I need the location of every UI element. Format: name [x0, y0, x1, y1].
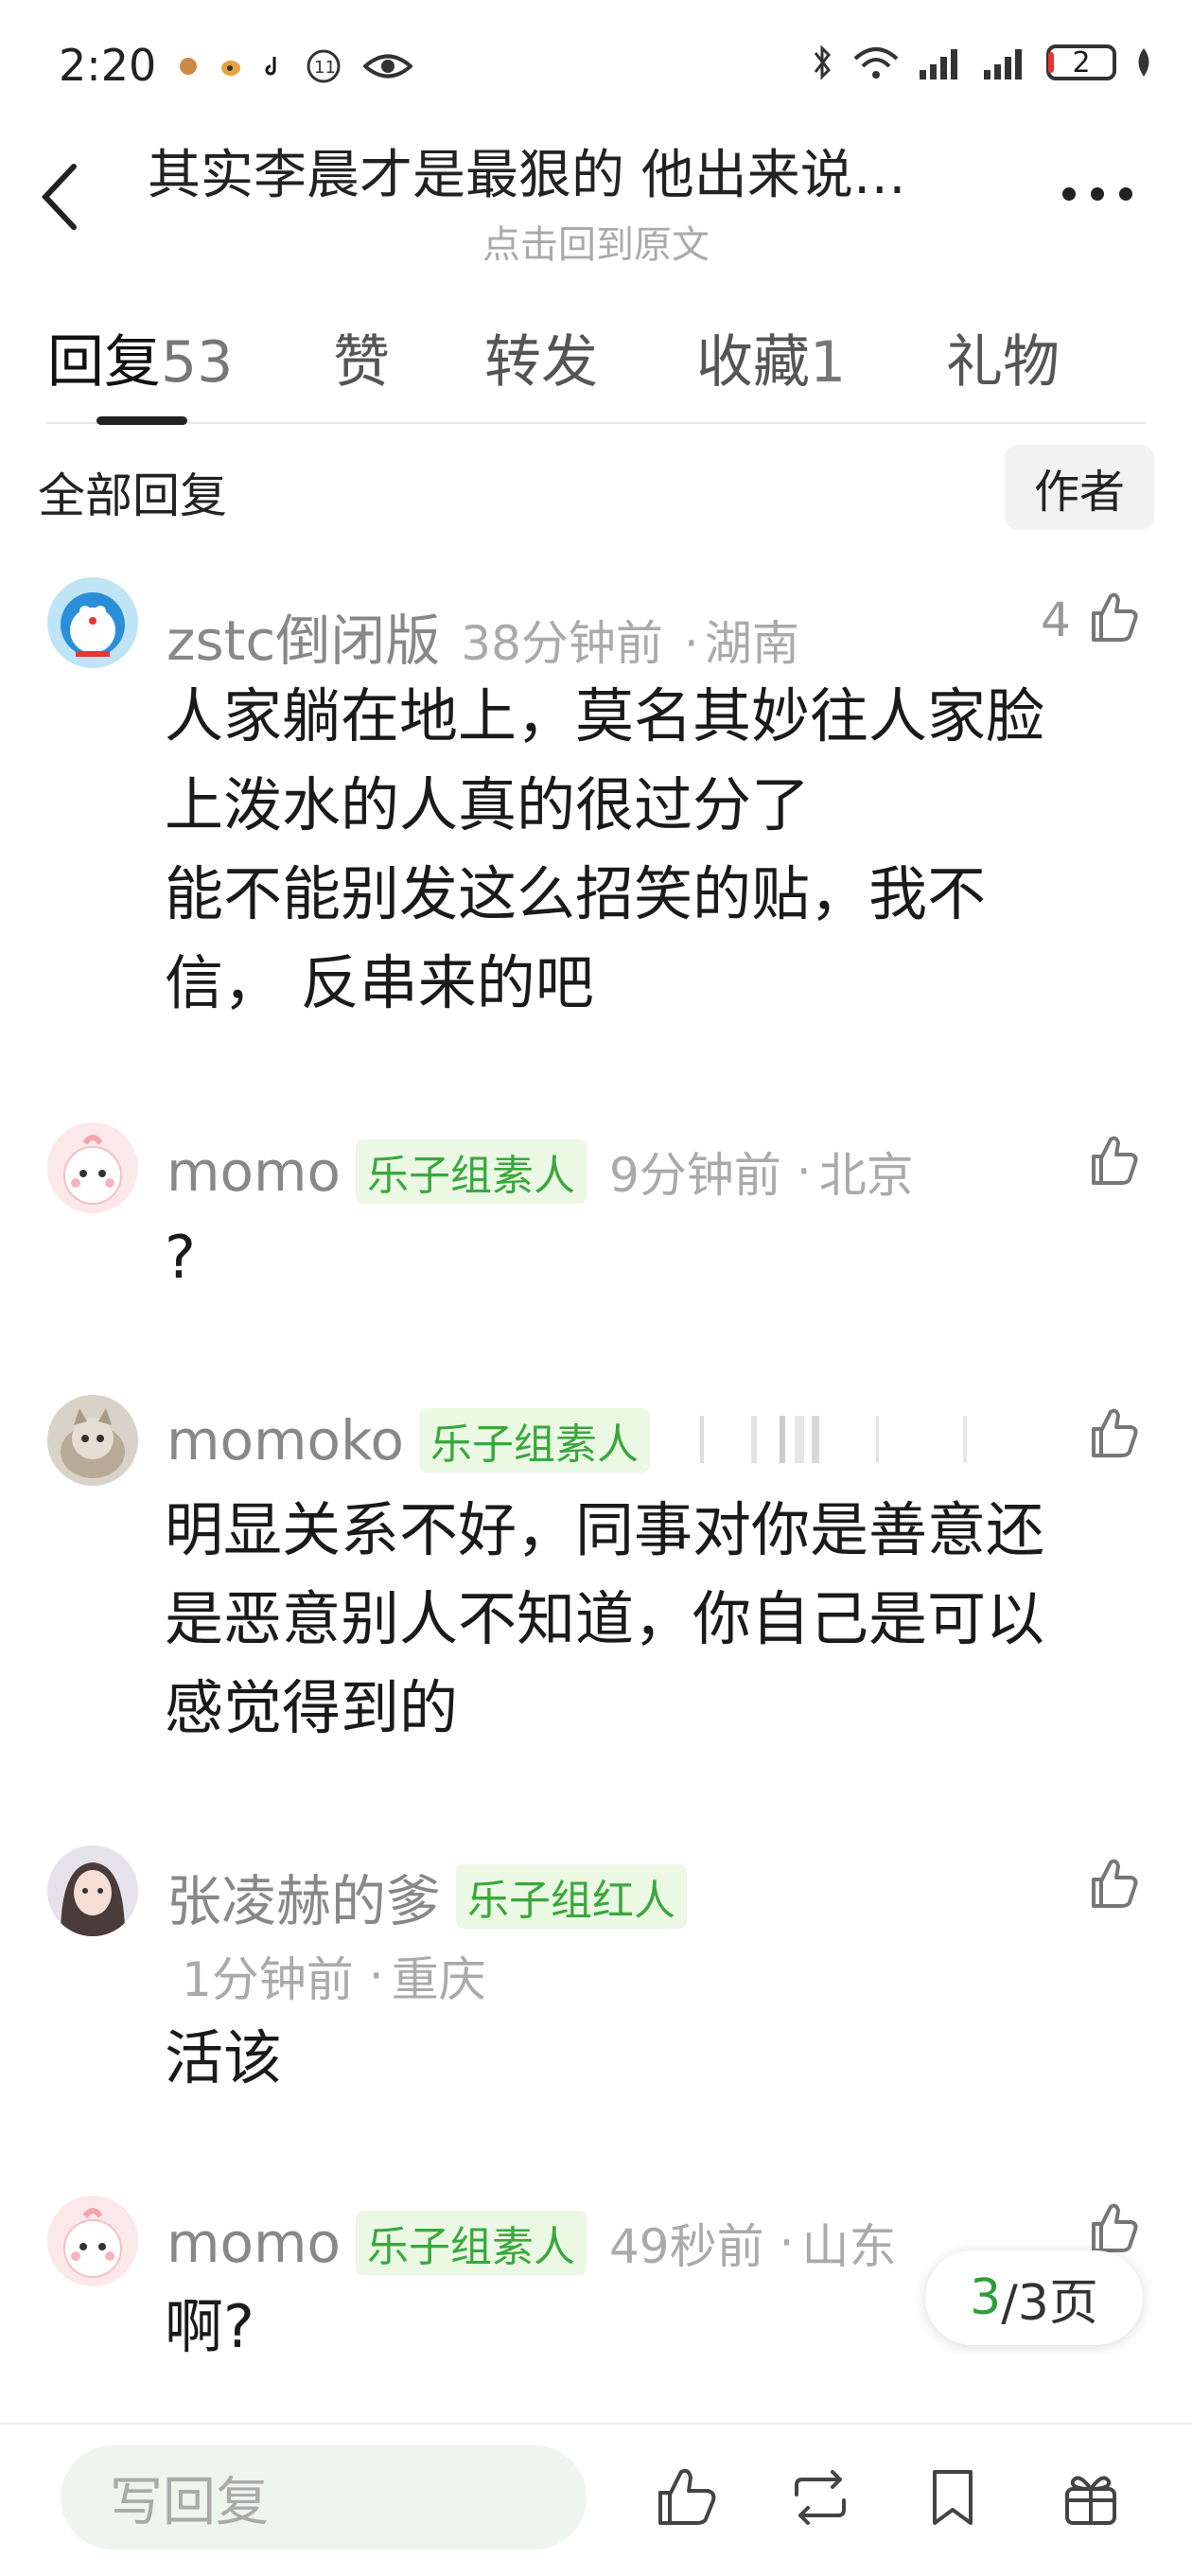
user-badge: 乐子组素人	[355, 2211, 587, 2275]
gift-icon[interactable]	[1058, 2464, 1124, 2531]
comment-time: 1分钟前	[182, 1952, 354, 2007]
like-icon[interactable]	[653, 2464, 719, 2531]
eye-icon	[363, 54, 412, 79]
more-options-icon[interactable]	[1058, 170, 1137, 218]
battery-indicator: 2	[1046, 44, 1116, 80]
comment-text: 明显关系不好，同事对你是善意还 是恶意别人不知道，你自己是可以 感觉得到的	[165, 1495, 1045, 1742]
comment-location: 山东	[801, 2219, 897, 2274]
avatar[interactable]	[47, 1395, 138, 1486]
user-badge: 乐子组红人	[456, 1864, 688, 1929]
comment-item: momo 乐子组素人 9分钟前 · 北京 ?	[0, 1122, 1192, 1350]
tab-replies[interactable]: 回复53	[47, 316, 233, 398]
cat-avatar-icon	[47, 1395, 138, 1486]
like-count: 4	[1041, 592, 1071, 647]
status-time: 2:20	[59, 40, 157, 91]
notification-icons: 11	[178, 47, 412, 85]
reply-input[interactable]: 写回复	[61, 2445, 587, 2550]
meta-separator: ·	[796, 1144, 812, 1199]
username[interactable]: momo	[167, 1139, 341, 1204]
comment-text: 人家躺在地上，莫名其妙往人家脸 上泼水的人真的很过分了 能不能别发这么招笑的贴，…	[165, 681, 1045, 1017]
meta-separator: ·	[779, 2215, 795, 2270]
tab-gifts[interactable]: 礼物	[946, 316, 1060, 398]
comment-location: 重庆	[391, 1952, 486, 2007]
like-icon[interactable]	[1088, 589, 1139, 645]
comment-time: 38分钟前	[461, 616, 663, 671]
like-icon[interactable]	[1088, 1132, 1139, 1189]
comment-text: 活该	[165, 2023, 283, 2092]
app-notification-icon	[180, 58, 197, 75]
comment-location: 北京	[818, 1148, 914, 1203]
comment-time: 49秒前	[608, 2219, 764, 2274]
comment-item: 张凌赫的爹 乐子组红人 1分钟前 · 重庆 活该	[0, 1845, 1192, 2129]
obscured-meta-icon	[700, 1416, 967, 1463]
active-tab-indicator	[96, 416, 187, 425]
tab-likes[interactable]: 赞	[333, 316, 390, 398]
svg-text:11: 11	[314, 58, 336, 78]
comment-item: zstc倒闭版 38分钟前 · 湖南 4 人家躺在地上，莫名其妙往人家脸 上泼水…	[0, 577, 1192, 1022]
back-to-original-link[interactable]: 点击回到原文	[0, 214, 1192, 269]
tab-divider	[45, 422, 1147, 424]
avatar[interactable]	[47, 2196, 138, 2286]
wifi-icon	[853, 47, 899, 79]
tiktok-icon	[265, 57, 276, 76]
meta-separator: ·	[368, 1949, 384, 2003]
repost-icon[interactable]	[787, 2464, 853, 2531]
like-icon[interactable]	[1088, 1404, 1139, 1461]
cell-signal-2-icon	[984, 49, 1022, 79]
pink-blob-avatar-icon	[47, 2196, 138, 2286]
like-icon[interactable]	[1088, 1855, 1139, 1912]
author-only-button[interactable]: 作者	[1005, 445, 1154, 530]
status-right-icons: 2	[810, 44, 1154, 81]
sim-signal-icon: 11	[307, 49, 341, 83]
comment-item: momoko 乐子组素人 明显关系不好，同事对你是善意还 是恶意别人不知道，你自…	[0, 1395, 1192, 1755]
weibo-icon	[221, 61, 240, 76]
page-indicator[interactable]: 3/3页	[925, 2250, 1143, 2345]
tab-bar: 回复53 赞 转发 收藏1 礼物	[0, 316, 1192, 401]
username[interactable]: momoko	[167, 1408, 404, 1473]
username[interactable]: zstc倒闭版	[167, 596, 440, 676]
cell-signal-icon	[920, 49, 957, 79]
status-bar: 2:20 11 2	[0, 0, 1192, 132]
username[interactable]: momo	[167, 2211, 341, 2275]
girl-avatar-icon	[47, 1845, 138, 1936]
avatar[interactable]	[47, 1122, 138, 1213]
comment-location: 湖南	[704, 616, 799, 671]
page-title[interactable]: 其实李晨才是最狠的 他出来说…	[148, 132, 999, 209]
all-replies-filter[interactable]: 全部回复	[38, 458, 227, 526]
doraemon-avatar-icon	[47, 577, 138, 668]
bluetooth-icon	[814, 44, 831, 80]
tab-favorites[interactable]: 收藏1	[696, 316, 846, 398]
bookmark-icon[interactable]	[920, 2464, 986, 2531]
tab-reposts[interactable]: 转发	[484, 316, 598, 398]
user-badge: 乐子组素人	[418, 1408, 650, 1473]
avatar[interactable]	[47, 1845, 138, 1936]
meta-separator: ·	[683, 616, 699, 671]
comment-time: 9分钟前	[608, 1148, 781, 1203]
leaf-icon	[1138, 48, 1149, 77]
user-badge: 乐子组素人	[355, 1139, 587, 1204]
pink-blob-avatar-icon	[47, 1122, 138, 1213]
like-icon[interactable]	[1088, 2199, 1139, 2256]
comment-text: ?	[165, 1223, 196, 1292]
avatar[interactable]	[47, 577, 138, 668]
username[interactable]: 张凌赫的爹	[167, 1857, 441, 1936]
